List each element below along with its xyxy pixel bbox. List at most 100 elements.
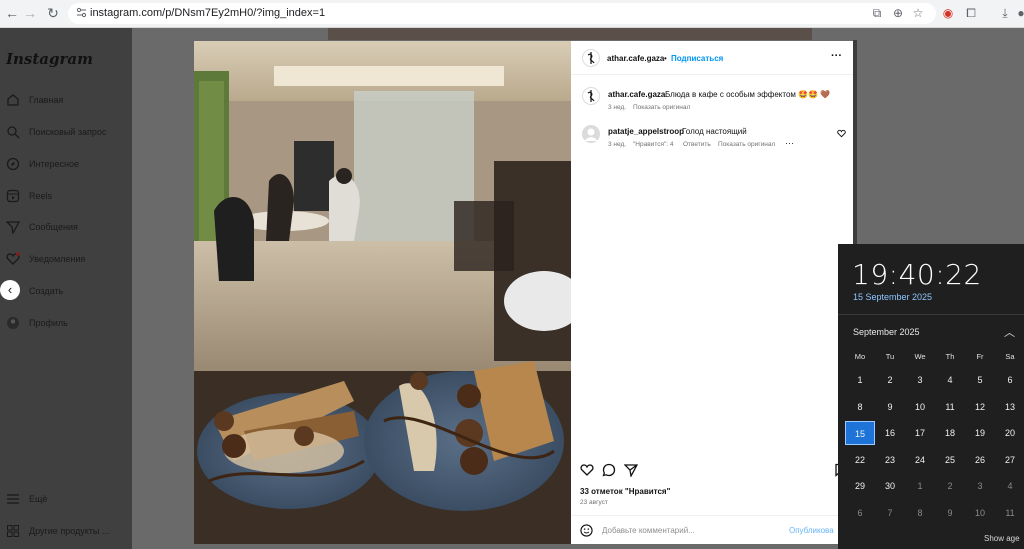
sidebar-item-label: Профиль [29, 318, 68, 328]
sidebar-item-create[interactable]: Создать [6, 282, 130, 302]
more-options-icon[interactable]: ··· [831, 50, 842, 62]
chevron-up-icon[interactable]: ︿ [1004, 324, 1015, 340]
extensions-puzzle-icon[interactable]: ⧠ [964, 6, 978, 20]
url-text[interactable]: instagram.com/p/DNsm7Ey2mH0/?img_index=1 [90, 7, 325, 19]
extension-icon[interactable]: ◉ [941, 6, 955, 20]
calendar-day[interactable]: 24 [905, 448, 935, 472]
forward-arrow-icon[interactable]: → [22, 5, 38, 21]
calendar-day[interactable]: 7 [875, 501, 905, 525]
reload-icon[interactable]: ↻ [45, 5, 61, 21]
clock-date[interactable]: 15 September 2025 [853, 292, 932, 302]
previous-post-button[interactable]: ‹ [0, 280, 20, 300]
calendar-day[interactable]: 1 [905, 474, 935, 498]
comment-bubble-icon[interactable] [602, 463, 616, 477]
calendar-day[interactable]: 11 [935, 395, 965, 419]
calendar-month[interactable]: September 2025 [853, 327, 920, 337]
calendar-day[interactable]: 20 [995, 421, 1024, 445]
calendar-day[interactable]: 8 [845, 395, 875, 419]
calendar-day[interactable]: 17 [905, 421, 935, 445]
calendar-weekday: We [914, 352, 926, 361]
sidebar-item-explore[interactable]: Интересное [6, 155, 130, 175]
calendar-day[interactable]: 6 [995, 368, 1024, 392]
sidebar-item-other-products[interactable]: Другие продукты ... [6, 522, 130, 542]
calendar-day[interactable]: 9 [935, 501, 965, 525]
share-send-icon[interactable] [624, 463, 638, 477]
calendar-day[interactable]: 13 [995, 395, 1024, 419]
sidebar-item-home[interactable]: Главная [6, 91, 130, 111]
calendar-day[interactable]: 5 [965, 368, 995, 392]
heart-icon [6, 252, 20, 265]
calendar-day[interactable]: 15 [845, 421, 875, 445]
sidebar-item-label: Уведомления [29, 254, 86, 264]
instagram-logo[interactable]: Instagram [6, 50, 93, 68]
calendar-day[interactable]: 23 [875, 448, 905, 472]
comment-show-original[interactable]: Показать оригинал [718, 141, 775, 148]
sidebar-item-more[interactable]: Ещё [6, 490, 130, 510]
caption-show-original[interactable]: Показать оригинал [633, 104, 690, 111]
calendar-day[interactable]: 4 [935, 368, 965, 392]
author-username[interactable]: athar.cafe.gaza [607, 54, 664, 63]
caption-avatar[interactable] [582, 87, 600, 105]
calendar-day[interactable]: 22 [845, 448, 875, 472]
calendar-day[interactable]: 26 [965, 448, 995, 472]
clock-time: 19:40:22 [852, 258, 982, 291]
sidebar-item-messages[interactable]: Сообщения [6, 218, 130, 238]
profile-icon[interactable]: ● [1014, 6, 1024, 20]
sidebar-item-search[interactable]: Поисковый запрос [6, 123, 130, 143]
cast-icon[interactable]: ⧉ [870, 6, 884, 20]
calendar-day[interactable]: 30 [875, 474, 905, 498]
comment-more-icon[interactable]: ··· [785, 138, 794, 148]
calendar-day[interactable]: 29 [845, 474, 875, 498]
separator-dot: • [664, 54, 667, 63]
comment-likes[interactable]: "Нравится": 4 [633, 141, 674, 148]
comment-text: Голод настоящий [682, 127, 747, 136]
comment-username[interactable]: patatje_appelstroop [608, 127, 684, 136]
search-icon [7, 126, 20, 139]
publish-button[interactable]: Опубликова [789, 526, 834, 535]
sidebar-item-notifications[interactable]: Уведомления [6, 250, 130, 270]
calendar-day[interactable]: 19 [965, 421, 995, 445]
follow-button[interactable]: Подписаться [671, 54, 723, 63]
caption-username[interactable]: athar.cafe.gaza [608, 90, 665, 99]
commenter-avatar[interactable] [582, 125, 600, 143]
sidebar-item-profile[interactable]: Профиль [6, 314, 130, 334]
post-image[interactable]: › [194, 41, 571, 544]
show-agenda-link[interactable]: Show age [984, 534, 1020, 543]
calendar-day[interactable]: 1 [845, 368, 875, 392]
zoom-icon[interactable]: ⊕ [891, 6, 905, 20]
author-avatar[interactable] [582, 49, 600, 67]
calendar-day[interactable]: 18 [935, 421, 965, 445]
calendar-day[interactable]: 16 [875, 421, 905, 445]
sidebar-item-reels[interactable]: Reels [6, 187, 130, 207]
caption-age: 3 нед. [608, 104, 627, 111]
calendar-day[interactable]: 2 [935, 474, 965, 498]
calendar-weekday: Fr [976, 352, 984, 361]
calendar-day[interactable]: 10 [965, 501, 995, 525]
calendar-day[interactable]: 11 [995, 501, 1024, 525]
calendar-day[interactable]: 9 [875, 395, 905, 419]
back-arrow-icon[interactable]: ← [4, 5, 20, 21]
calendar-day[interactable]: 27 [995, 448, 1024, 472]
menu-icon [7, 494, 19, 504]
clock-calendar-flyout: 19:40:22 15 September 2025 September 202… [838, 244, 1024, 549]
calendar-day[interactable]: 2 [875, 368, 905, 392]
calendar-weekday: Mo [854, 352, 866, 361]
likes-count[interactable]: 33 отметок "Нравится" [580, 487, 670, 496]
calendar-day[interactable]: 3 [965, 474, 995, 498]
comment-reply-button[interactable]: Ответить [683, 141, 711, 148]
emoji-icon[interactable] [580, 524, 593, 537]
calendar-day[interactable]: 8 [905, 501, 935, 525]
calendar-day[interactable]: 3 [905, 368, 935, 392]
calendar-day[interactable]: 10 [905, 395, 935, 419]
download-icon[interactable]: ⤓ [998, 6, 1012, 20]
calendar-weekday: Tu [885, 352, 895, 361]
site-settings-icon[interactable] [76, 7, 87, 18]
comment-input[interactable]: Добавьте комментарий... [602, 526, 695, 535]
calendar-day[interactable]: 12 [965, 395, 995, 419]
bookmark-star-icon[interactable]: ☆ [911, 6, 925, 20]
like-heart-icon[interactable] [580, 463, 594, 477]
calendar-day[interactable]: 25 [935, 448, 965, 472]
calendar-day[interactable]: 6 [845, 501, 875, 525]
comment-like-icon[interactable] [837, 129, 846, 138]
calendar-day[interactable]: 4 [995, 474, 1024, 498]
